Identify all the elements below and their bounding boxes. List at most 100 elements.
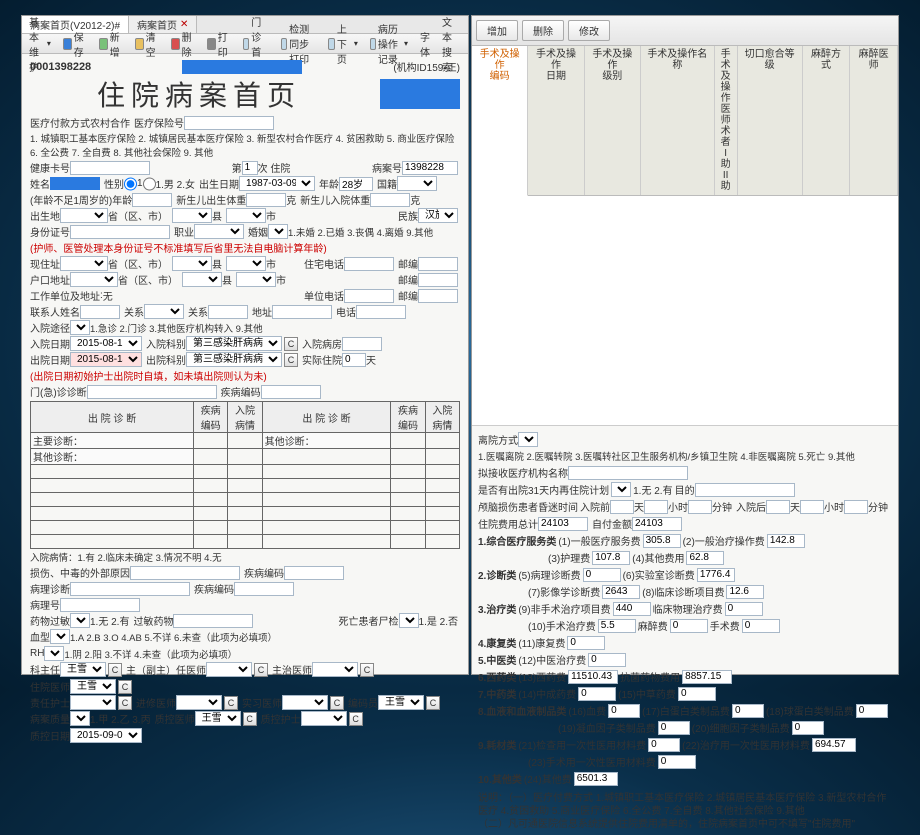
fee-op-mat[interactable] [658,755,696,769]
fee-other[interactable] [574,772,618,786]
fee-path[interactable] [583,568,621,582]
path-diag-field[interactable] [70,582,190,596]
self-fee-field[interactable] [632,517,682,531]
birth-select[interactable]: 1987-03-09 [239,176,315,191]
delete-button[interactable]: 删除 [522,20,564,41]
leave-method-select[interactable] [518,432,538,447]
surgery-grid[interactable] [472,196,898,426]
c-button[interactable]: C [108,663,122,677]
nurse-select[interactable] [70,695,116,710]
fee-cyto[interactable] [792,721,824,735]
clear-button[interactable]: 清空 [132,28,162,60]
contact-tel-field[interactable] [356,305,406,319]
fee-other1[interactable] [686,551,724,565]
actual-days-field[interactable] [342,353,366,367]
save-button[interactable]: 保存 [60,28,90,60]
sex-radio-1[interactable] [124,177,137,191]
fee-phys[interactable] [725,602,763,616]
fee-clinical[interactable] [726,585,764,599]
work-tel-field[interactable] [344,289,394,303]
ethnic-select[interactable]: 汉族 [418,208,458,223]
outpatient-icd-field[interactable] [261,385,321,399]
quality-select[interactable] [70,711,90,726]
tab-op-name[interactable]: 手术及操作名称 [641,46,715,195]
rh-select[interactable] [44,646,64,661]
resident-select[interactable]: 王雪莲 [70,679,116,694]
sex-radio-2[interactable] [143,177,156,191]
fee-treat-mat[interactable] [812,738,856,752]
id-no-field[interactable] [70,225,170,239]
fee-tcm[interactable] [588,653,626,667]
post-reg-field[interactable] [418,273,458,287]
discharge-date-select[interactable]: 2015-08-14 [70,352,142,367]
c-button-1[interactable]: C [284,337,298,351]
allergy-drug-field[interactable] [173,614,253,628]
fee-blood[interactable] [608,704,640,718]
fee-western[interactable] [568,670,618,684]
contact-relation[interactable] [144,304,184,319]
post-now-field[interactable] [418,257,458,271]
post-work-field[interactable] [418,289,458,303]
tab-op-date[interactable]: 手术及操作日期 [528,46,584,195]
birthplace-prov[interactable] [60,208,108,223]
total-fee-field[interactable] [538,517,588,531]
add-button[interactable]: 增加 [476,20,518,41]
coma-before-min[interactable] [688,500,712,514]
insurance-no-field[interactable] [184,116,274,130]
rehosp-select[interactable] [611,482,631,497]
fee-exam-mat[interactable] [648,738,680,752]
fee-general-service[interactable] [643,534,681,548]
coma-after-min[interactable] [844,500,868,514]
birth-weight-field[interactable] [246,193,286,207]
home-tel-field[interactable] [344,257,394,271]
contact-name-field[interactable] [80,305,120,319]
contact-rel2[interactable] [208,305,248,319]
ward-field[interactable] [342,337,382,351]
addr-reg-county[interactable] [182,272,222,287]
path-no-field[interactable] [60,598,140,612]
tab-op-level[interactable]: 手术及操作级别 [585,46,641,195]
page-nav-button[interactable]: 上下页▾ [325,20,361,67]
print-button[interactable]: 打印 [204,28,234,60]
coder-select[interactable]: 王雪莲 [378,695,424,710]
birthplace-county[interactable] [172,208,212,223]
fee-patent[interactable] [578,687,616,701]
marriage-select[interactable] [268,224,288,239]
blood-select[interactable] [50,629,70,644]
fee-coag[interactable] [658,721,690,735]
receive-org-field[interactable] [568,466,688,480]
coma-after-day[interactable] [766,500,790,514]
delete-button[interactable]: 删除 [168,28,198,60]
tab-anesthetist[interactable]: 麻醉医师 [850,46,898,195]
case-no-field[interactable] [402,161,458,175]
allergy-select[interactable] [70,613,90,628]
infant-age-field[interactable] [132,193,172,207]
autopsy-select[interactable] [399,613,419,628]
injury-icd-field[interactable] [284,566,344,580]
fee-antibio[interactable] [682,670,732,684]
admit-path-select[interactable] [70,320,90,335]
addr-reg-city[interactable] [236,272,276,287]
tab-op-code[interactable]: 手术及操作编码 [472,46,528,196]
tab-op-docs[interactable]: 手术及操作医师术者 I助 II助 [715,46,738,195]
tab-heal-grade[interactable]: 切口愈合等级 [738,46,803,195]
path-icd-field[interactable] [234,582,294,596]
fee-lab[interactable] [697,568,735,582]
tab-anesthesia[interactable]: 麻醉方式 [803,46,851,195]
addr-now-city[interactable] [226,256,266,271]
dept-head-select[interactable]: 王雪莲 [60,662,106,677]
font-button[interactable]: 字体 [417,28,433,60]
qc-nurse-select[interactable] [301,711,347,726]
rehosp-purpose-field[interactable] [695,483,795,497]
qc-date-select[interactable]: 2015-09-01 [70,728,142,743]
fee-general-treat[interactable] [767,534,805,548]
fee-anes[interactable] [670,619,708,633]
coma-after-hour[interactable] [800,500,824,514]
admit-dept-select[interactable]: 第三感染肝病病房 [186,336,282,351]
fee-herb[interactable] [678,687,716,701]
intern-select[interactable] [176,695,222,710]
discharge-dept-select[interactable]: 第三感染肝病病房 [186,352,282,367]
fee-surg[interactable] [742,619,780,633]
c-button-2[interactable]: C [284,353,298,367]
addr-now-county[interactable] [172,256,212,271]
